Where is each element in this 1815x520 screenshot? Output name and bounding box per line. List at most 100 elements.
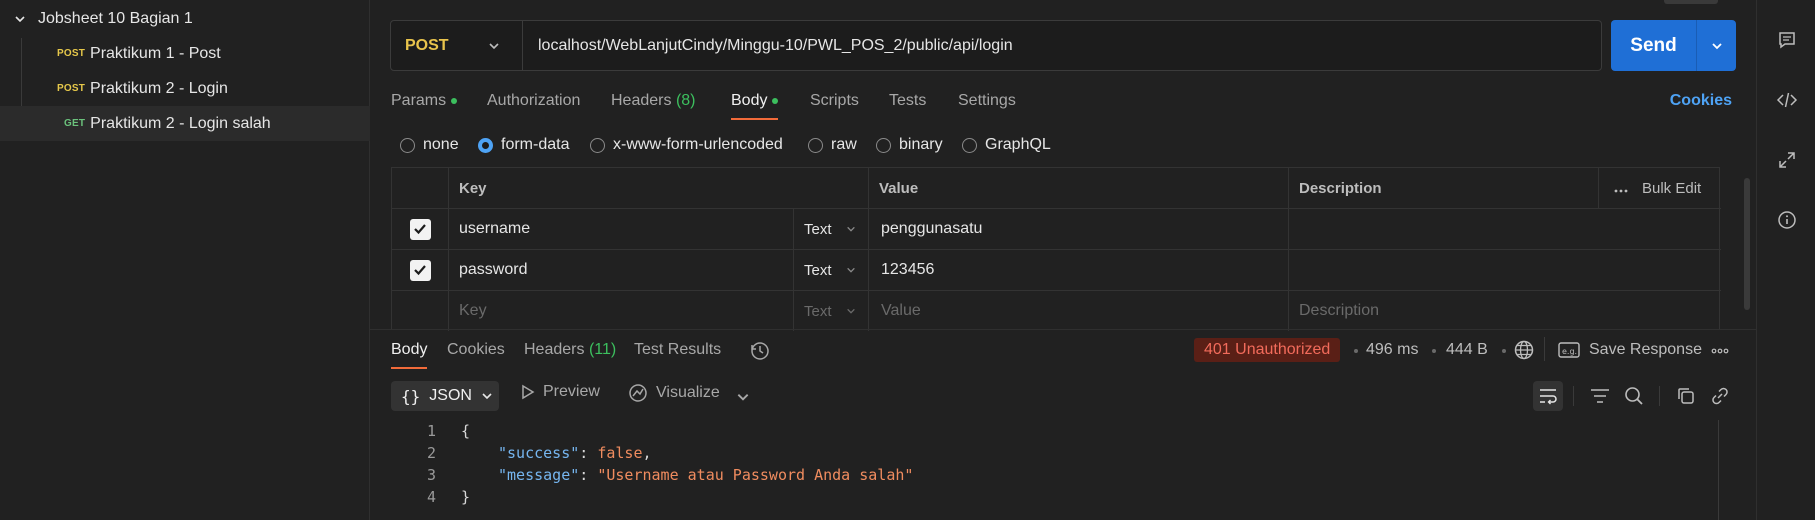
key-cell[interactable]: username [449, 209, 794, 249]
code-line: 1 { [391, 420, 470, 442]
url-bar: POST localhost/WebLanjutCindy/Minggu-10/… [390, 20, 1602, 71]
value-cell[interactable]: 123456 [869, 250, 1289, 290]
chevron-down-icon[interactable] [736, 390, 750, 409]
sidebar-request-item-active[interactable]: GET Praktikum 2 - Login salah [0, 106, 370, 141]
radio-form-data[interactable]: form-data [478, 136, 569, 154]
response-time[interactable]: 496 ms [1366, 341, 1418, 359]
json-key: "success" [498, 444, 580, 462]
type-select[interactable]: Text [794, 209, 869, 249]
tab-tests[interactable]: Tests [889, 92, 926, 110]
value-cell[interactable]: penggunasatu [869, 209, 1289, 249]
response-tab-headers[interactable]: Headers (11) [524, 341, 616, 359]
status-badge[interactable]: 401 Unauthorized [1194, 338, 1341, 362]
format-select[interactable]: {} JSON [391, 381, 499, 411]
filter-icon [1591, 389, 1609, 403]
chevron-down-icon [846, 267, 855, 273]
status-dot [451, 97, 458, 104]
tab-settings[interactable]: Settings [958, 92, 1016, 110]
code-icon[interactable] [1775, 88, 1799, 112]
info-icon[interactable] [1775, 208, 1799, 232]
url-input[interactable]: localhost/WebLanjutCindy/Minggu-10/PWL_P… [523, 37, 1013, 55]
response-divider[interactable] [370, 329, 1756, 330]
bulk-edit-button[interactable]: Bulk Edit [1642, 180, 1701, 197]
sidebar-request-item[interactable]: POST Praktikum 2 - Login [0, 71, 370, 106]
form-data-table: Key Value Description Bulk Edit username… [391, 167, 1721, 331]
method-select[interactable]: POST [391, 21, 523, 70]
globe-icon[interactable] [1513, 339, 1535, 366]
radio-binary[interactable]: binary [876, 136, 943, 154]
send-options-button[interactable] [1696, 20, 1736, 71]
visualize-button[interactable]: Visualize [628, 383, 720, 403]
radio-urlencoded[interactable]: x-www-form-urlencoded [590, 136, 783, 154]
response-tab-body[interactable]: Body [391, 341, 428, 369]
chevron-down-icon [846, 308, 855, 314]
description-cell[interactable] [1289, 250, 1721, 290]
radio-none[interactable]: none [400, 136, 459, 154]
radio-circle [808, 137, 823, 153]
code-content: "message": "Username atau Password Anda … [498, 466, 914, 484]
filter-button[interactable] [1585, 381, 1615, 411]
format-label: JSON [429, 387, 472, 404]
radio-label: raw [831, 136, 857, 153]
row-checkbox[interactable] [409, 259, 431, 281]
more-options-icon[interactable] [1711, 343, 1729, 364]
more-options-icon[interactable] [1614, 180, 1628, 197]
type-label: Text [804, 302, 832, 320]
key-cell[interactable]: password [449, 250, 794, 290]
collection-folder[interactable]: Jobsheet 10 Bagian 1 [14, 6, 193, 32]
save-response-button[interactable]: e.g. Save Response [1558, 341, 1702, 359]
copy-button[interactable] [1671, 381, 1701, 411]
request-name: Praktikum 2 - Login salah [90, 114, 271, 132]
radio-raw[interactable]: raw [808, 136, 857, 154]
key-placeholder[interactable]: Key [449, 291, 794, 331]
tab-scripts[interactable]: Scripts [810, 92, 859, 110]
request-name: Praktikum 2 - Login [90, 79, 228, 97]
tab-body[interactable]: Body [731, 92, 779, 120]
type-select[interactable]: Text [794, 291, 869, 331]
response-size[interactable]: 444 B [1446, 341, 1488, 359]
radio-circle [876, 137, 891, 153]
separator-dot [1354, 349, 1358, 353]
send-label: Send [1630, 34, 1677, 56]
type-select[interactable]: Text [794, 250, 869, 290]
send-button[interactable]: Send [1611, 20, 1736, 71]
comments-icon[interactable] [1775, 28, 1799, 52]
row-checkbox[interactable] [409, 218, 431, 240]
value-placeholder[interactable]: Value [869, 291, 1289, 331]
braces-icon: {} [401, 386, 421, 406]
code-scrollbar[interactable] [1718, 420, 1719, 520]
response-tab-cookies[interactable]: Cookies [447, 341, 505, 359]
response-tab-test-results[interactable]: Test Results [634, 341, 721, 359]
cookies-link[interactable]: Cookies [1670, 92, 1732, 110]
table-scrollbar[interactable] [1744, 178, 1750, 310]
preview-button[interactable]: Preview [521, 383, 600, 401]
history-icon[interactable] [749, 340, 771, 367]
description-placeholder[interactable]: Description [1289, 291, 1721, 331]
line-number: 3 [426, 466, 436, 484]
radio-label: x-www-form-urlencoded [613, 136, 783, 153]
key-column-header: Key [449, 168, 869, 208]
code-line: 4 } [391, 486, 470, 508]
tab-label: Headers [524, 341, 585, 358]
link-button[interactable] [1705, 381, 1735, 411]
tab-headers[interactable]: Headers (8) [611, 92, 696, 110]
tab-authorization[interactable]: Authorization [487, 92, 580, 110]
json-value: false [597, 444, 643, 462]
radio-label: none [423, 136, 459, 153]
sidebar-request-item[interactable]: POST Praktikum 1 - Post [0, 36, 370, 71]
row-checkbox-cell [392, 250, 449, 290]
wrap-lines-button[interactable] [1533, 381, 1563, 411]
play-icon [522, 384, 535, 400]
wrap-icon [1540, 389, 1557, 405]
search-button[interactable] [1619, 381, 1649, 411]
svg-text:e.g.: e.g. [1562, 347, 1577, 356]
radio-graphql[interactable]: GraphQL [962, 136, 1051, 154]
checkmark-icon [414, 224, 426, 235]
tab-params[interactable]: Params [391, 92, 458, 110]
save-example-icon: e.g. [1558, 342, 1580, 358]
separator-dot [1502, 349, 1506, 353]
expand-icon[interactable] [1775, 148, 1799, 172]
table-row: username Text penggunasatu [392, 209, 1721, 250]
status-dot [772, 97, 779, 104]
description-cell[interactable] [1289, 209, 1721, 249]
